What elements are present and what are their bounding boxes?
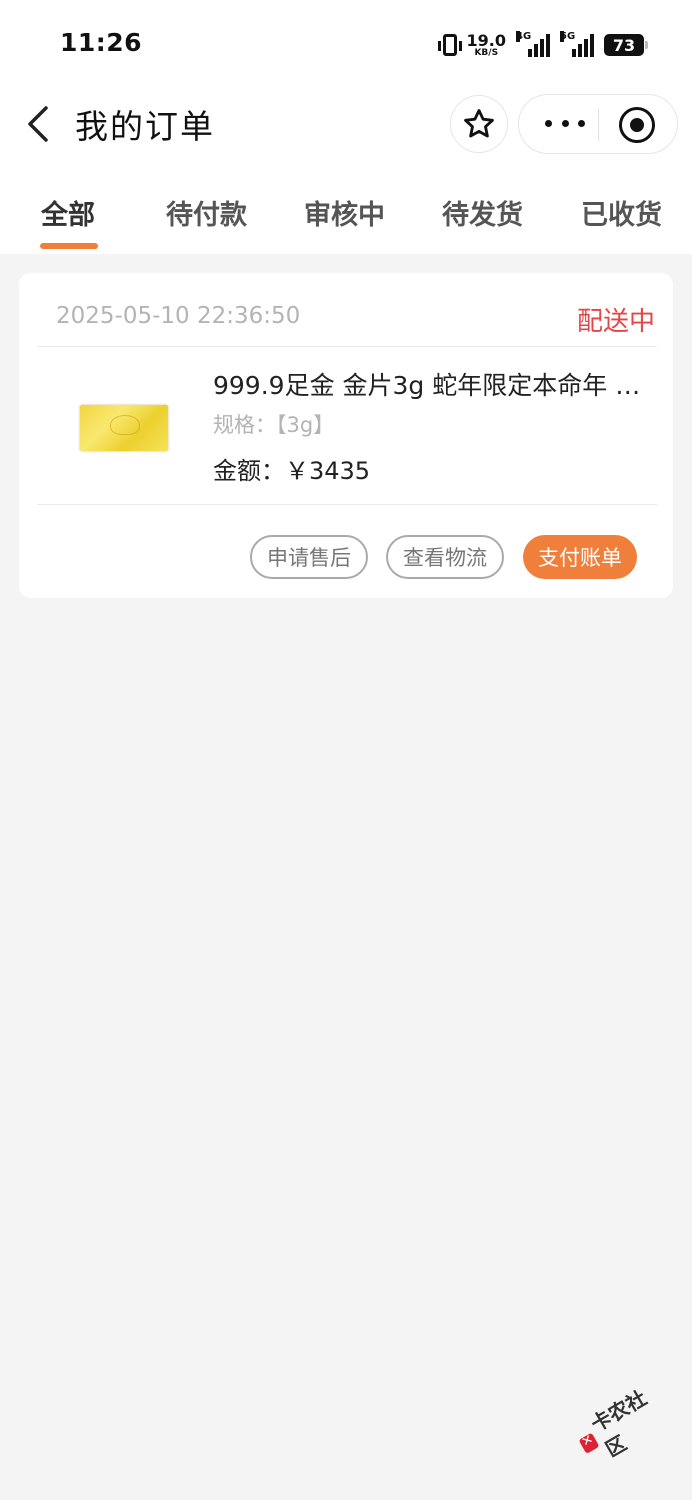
tab-received[interactable]: 已收货 bbox=[581, 193, 662, 232]
status-icons: 19.0 KB/S 4G 5G 73 bbox=[443, 30, 644, 60]
order-status: 配送中 bbox=[577, 301, 655, 338]
tab-all[interactable]: 全部 bbox=[41, 193, 95, 232]
network-speed-value: 19.0 bbox=[467, 33, 506, 49]
battery-icon: 73 bbox=[604, 34, 644, 56]
capsule-divider bbox=[598, 109, 599, 141]
watermark: 卡农社区 bbox=[575, 1386, 673, 1460]
signal-5g-label: 5G bbox=[560, 31, 564, 42]
order-datetime: 2025-05-10 22:36:50 bbox=[56, 303, 300, 329]
after-sale-button[interactable]: 申请售后 bbox=[250, 535, 368, 579]
signal-4g-icon: 4G bbox=[516, 33, 550, 57]
chevron-left-icon[interactable] bbox=[22, 104, 62, 144]
favorite-button[interactable] bbox=[450, 95, 508, 153]
signal-5g-icon: 5G bbox=[560, 33, 594, 57]
watermark-logo-icon bbox=[579, 1432, 600, 1454]
page-title: 我的订单 bbox=[75, 100, 215, 148]
tab-under-review[interactable]: 审核中 bbox=[304, 193, 385, 232]
watermark-text: 卡农社区 bbox=[585, 1374, 680, 1463]
pay-bill-button[interactable]: 支付账单 bbox=[523, 535, 637, 579]
product-image[interactable] bbox=[80, 405, 168, 451]
star-icon bbox=[462, 107, 496, 141]
tab-active-indicator bbox=[40, 243, 98, 249]
network-speed: 19.0 KB/S bbox=[467, 33, 506, 58]
amount-value: ￥3435 bbox=[285, 457, 370, 485]
view-logistics-button[interactable]: 查看物流 bbox=[386, 535, 504, 579]
target-icon[interactable] bbox=[619, 107, 655, 143]
tab-pending-shipment[interactable]: 待发货 bbox=[442, 193, 523, 232]
battery-level: 73 bbox=[613, 36, 635, 55]
order-amount: 金额：￥3435 bbox=[213, 451, 370, 486]
amount-label: 金额： bbox=[213, 457, 285, 485]
order-card[interactable]: 2025-05-10 22:36:50 配送中 999.9足金 金片3g 蛇年限… bbox=[19, 273, 673, 598]
vibrate-icon bbox=[443, 34, 457, 56]
mini-program-capsule bbox=[518, 94, 678, 154]
product-spec: 规格：【3g】 bbox=[213, 409, 334, 439]
spec-value: 【3g】 bbox=[276, 413, 334, 437]
status-time: 11:26 bbox=[60, 28, 142, 57]
more-dots-icon[interactable] bbox=[545, 113, 585, 133]
network-speed-unit: KB/S bbox=[474, 49, 498, 58]
product-image-pattern bbox=[110, 415, 140, 435]
divider bbox=[37, 504, 657, 505]
spec-label: 规格： bbox=[213, 413, 276, 437]
tab-pending-payment[interactable]: 待付款 bbox=[166, 193, 247, 232]
divider bbox=[37, 346, 657, 347]
product-title[interactable]: 999.9足金 金片3g 蛇年限定本命年 新年礼物 bbox=[213, 366, 659, 402]
signal-4g-label: 4G bbox=[516, 31, 520, 42]
